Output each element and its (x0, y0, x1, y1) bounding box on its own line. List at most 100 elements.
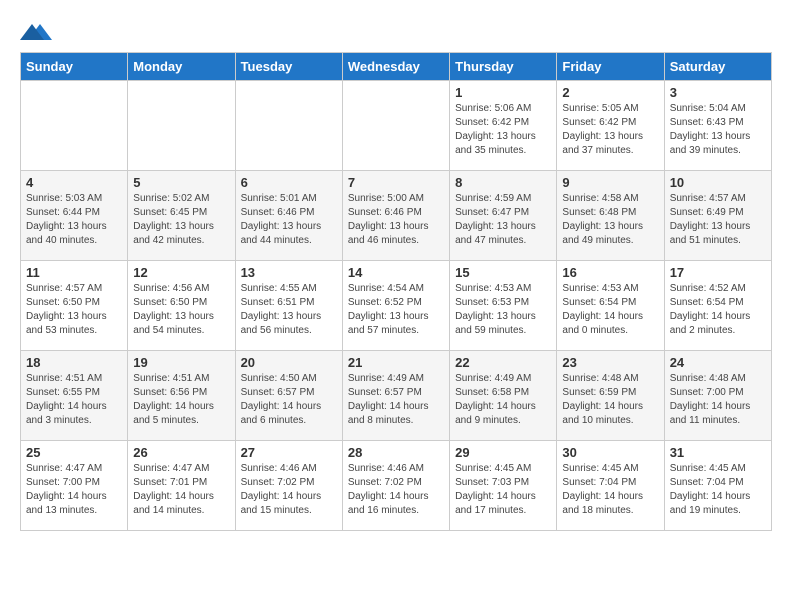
day-number: 30 (562, 445, 658, 460)
weekday-header: Wednesday (342, 53, 449, 81)
day-number: 9 (562, 175, 658, 190)
weekday-header: Tuesday (235, 53, 342, 81)
day-info: Sunrise: 5:06 AM Sunset: 6:42 PM Dayligh… (455, 102, 551, 158)
day-info: Sunrise: 5:01 AM Sunset: 6:46 PM Dayligh… (241, 192, 337, 248)
day-number: 27 (241, 445, 337, 460)
day-number: 16 (562, 265, 658, 280)
calendar-cell: 12Sunrise: 4:56 AM Sunset: 6:50 PM Dayli… (128, 261, 235, 351)
day-info: Sunrise: 4:58 AM Sunset: 6:48 PM Dayligh… (562, 192, 658, 248)
calendar-cell: 28Sunrise: 4:46 AM Sunset: 7:02 PM Dayli… (342, 441, 449, 531)
day-number: 13 (241, 265, 337, 280)
page-header (20, 20, 772, 42)
day-number: 29 (455, 445, 551, 460)
calendar-week-row: 25 Sunrise: 4:47 AM Sunset: 7:00 PM Dayli… (21, 441, 772, 531)
day-number: 25 (26, 445, 122, 460)
calendar-cell: 25 Sunrise: 4:47 AM Sunset: 7:00 PM Dayli… (21, 441, 128, 531)
day-number: 11 (26, 265, 122, 280)
day-info: Sunrise: 4:47 AM Sunset: 7:00 PM Dayligh… (26, 462, 122, 518)
calendar-header-row: SundayMondayTuesdayWednesdayThursdayFrid… (21, 53, 772, 81)
calendar-cell: 24Sunrise: 4:48 AM Sunset: 7:00 PM Dayli… (664, 351, 771, 441)
day-info: Sunrise: 4:49 AM Sunset: 6:58 PM Dayligh… (455, 372, 551, 428)
calendar-cell: 30Sunrise: 4:45 AM Sunset: 7:04 PM Dayli… (557, 441, 664, 531)
calendar-cell: 19Sunrise: 4:51 AM Sunset: 6:56 PM Dayli… (128, 351, 235, 441)
logo-icon (20, 20, 50, 42)
calendar-cell (128, 81, 235, 171)
calendar-cell: 14 Sunrise: 4:54 AM Sunset: 6:52 PM Dayli… (342, 261, 449, 351)
day-number: 4 (26, 175, 122, 190)
day-number: 23 (562, 355, 658, 370)
day-info: Sunrise: 4:52 AM Sunset: 6:54 PM Dayligh… (670, 282, 766, 338)
calendar-week-row: 4 Sunrise: 5:03 AM Sunset: 6:44 PM Daylig… (21, 171, 772, 261)
calendar-cell: 16 Sunrise: 4:53 AM Sunset: 6:54 PM Dayli… (557, 261, 664, 351)
calendar-cell: 21 Sunrise: 4:49 AM Sunset: 6:57 PM Dayli… (342, 351, 449, 441)
day-number: 6 (241, 175, 337, 190)
calendar-cell: 3 Sunrise: 5:04 AM Sunset: 6:43 PM Daylig… (664, 81, 771, 171)
calendar-cell: 4 Sunrise: 5:03 AM Sunset: 6:44 PM Daylig… (21, 171, 128, 261)
calendar-cell: 13 Sunrise: 4:55 AM Sunset: 6:51 PM Dayli… (235, 261, 342, 351)
day-info: Sunrise: 4:45 AM Sunset: 7:03 PM Dayligh… (455, 462, 551, 518)
calendar-cell: 2 Sunrise: 5:05 AM Sunset: 6:42 PM Daylig… (557, 81, 664, 171)
day-info: Sunrise: 4:47 AM Sunset: 7:01 PM Dayligh… (133, 462, 229, 518)
calendar-cell: 6 Sunrise: 5:01 AM Sunset: 6:46 PM Daylig… (235, 171, 342, 261)
calendar-cell: 23 Sunrise: 4:48 AM Sunset: 6:59 PM Dayli… (557, 351, 664, 441)
day-number: 17 (670, 265, 766, 280)
day-number: 21 (348, 355, 444, 370)
day-info: Sunrise: 4:45 AM Sunset: 7:04 PM Dayligh… (670, 462, 766, 518)
calendar-cell: 8 Sunrise: 4:59 AM Sunset: 6:47 PM Daylig… (450, 171, 557, 261)
calendar-cell: 22 Sunrise: 4:49 AM Sunset: 6:58 PM Dayli… (450, 351, 557, 441)
calendar-week-row: 11 Sunrise: 4:57 AM Sunset: 6:50 PM Dayli… (21, 261, 772, 351)
day-info: Sunrise: 4:50 AM Sunset: 6:57 PM Dayligh… (241, 372, 337, 428)
day-info: Sunrise: 5:05 AM Sunset: 6:42 PM Dayligh… (562, 102, 658, 158)
day-info: Sunrise: 4:57 AM Sunset: 6:50 PM Dayligh… (26, 282, 122, 338)
calendar-cell: 15Sunrise: 4:53 AM Sunset: 6:53 PM Dayli… (450, 261, 557, 351)
day-number: 8 (455, 175, 551, 190)
day-info: Sunrise: 4:54 AM Sunset: 6:52 PM Dayligh… (348, 282, 444, 338)
day-number: 26 (133, 445, 229, 460)
calendar-cell: 18 Sunrise: 4:51 AM Sunset: 6:55 PM Dayli… (21, 351, 128, 441)
calendar-cell: 9 Sunrise: 4:58 AM Sunset: 6:48 PM Daylig… (557, 171, 664, 261)
day-number: 20 (241, 355, 337, 370)
calendar-cell (235, 81, 342, 171)
weekday-header: Sunday (21, 53, 128, 81)
day-info: Sunrise: 4:51 AM Sunset: 6:55 PM Dayligh… (26, 372, 122, 428)
day-info: Sunrise: 5:02 AM Sunset: 6:45 PM Dayligh… (133, 192, 229, 248)
day-info: Sunrise: 4:53 AM Sunset: 6:54 PM Dayligh… (562, 282, 658, 338)
day-number: 18 (26, 355, 122, 370)
day-info: Sunrise: 4:59 AM Sunset: 6:47 PM Dayligh… (455, 192, 551, 248)
day-number: 14 (348, 265, 444, 280)
calendar-cell: 26 Sunrise: 4:47 AM Sunset: 7:01 PM Dayli… (128, 441, 235, 531)
day-number: 3 (670, 85, 766, 100)
day-info: Sunrise: 4:57 AM Sunset: 6:49 PM Dayligh… (670, 192, 766, 248)
calendar-cell: 17 Sunrise: 4:52 AM Sunset: 6:54 PM Dayli… (664, 261, 771, 351)
weekday-header: Saturday (664, 53, 771, 81)
day-info: Sunrise: 5:03 AM Sunset: 6:44 PM Dayligh… (26, 192, 122, 248)
weekday-header: Thursday (450, 53, 557, 81)
day-number: 15 (455, 265, 551, 280)
calendar-cell (21, 81, 128, 171)
day-info: Sunrise: 4:56 AM Sunset: 6:50 PM Dayligh… (133, 282, 229, 338)
day-info: Sunrise: 5:00 AM Sunset: 6:46 PM Dayligh… (348, 192, 444, 248)
day-number: 28 (348, 445, 444, 460)
calendar-table: SundayMondayTuesdayWednesdayThursdayFrid… (20, 52, 772, 531)
calendar-cell: 31 Sunrise: 4:45 AM Sunset: 7:04 PM Dayli… (664, 441, 771, 531)
day-info: Sunrise: 4:48 AM Sunset: 6:59 PM Dayligh… (562, 372, 658, 428)
calendar-week-row: 1 Sunrise: 5:06 AM Sunset: 6:42 PM Daylig… (21, 81, 772, 171)
day-number: 22 (455, 355, 551, 370)
calendar-cell: 27Sunrise: 4:46 AM Sunset: 7:02 PM Dayli… (235, 441, 342, 531)
calendar-cell: 20 Sunrise: 4:50 AM Sunset: 6:57 PM Dayli… (235, 351, 342, 441)
calendar-cell: 7Sunrise: 5:00 AM Sunset: 6:46 PM Daylig… (342, 171, 449, 261)
calendar-body: 1 Sunrise: 5:06 AM Sunset: 6:42 PM Daylig… (21, 81, 772, 531)
day-number: 19 (133, 355, 229, 370)
day-number: 1 (455, 85, 551, 100)
day-number: 31 (670, 445, 766, 460)
day-number: 2 (562, 85, 658, 100)
day-number: 24 (670, 355, 766, 370)
day-number: 10 (670, 175, 766, 190)
weekday-header: Friday (557, 53, 664, 81)
day-info: Sunrise: 4:55 AM Sunset: 6:51 PM Dayligh… (241, 282, 337, 338)
day-info: Sunrise: 5:04 AM Sunset: 6:43 PM Dayligh… (670, 102, 766, 158)
logo (20, 20, 54, 42)
calendar-cell: 5Sunrise: 5:02 AM Sunset: 6:45 PM Daylig… (128, 171, 235, 261)
calendar-cell (342, 81, 449, 171)
day-info: Sunrise: 4:49 AM Sunset: 6:57 PM Dayligh… (348, 372, 444, 428)
